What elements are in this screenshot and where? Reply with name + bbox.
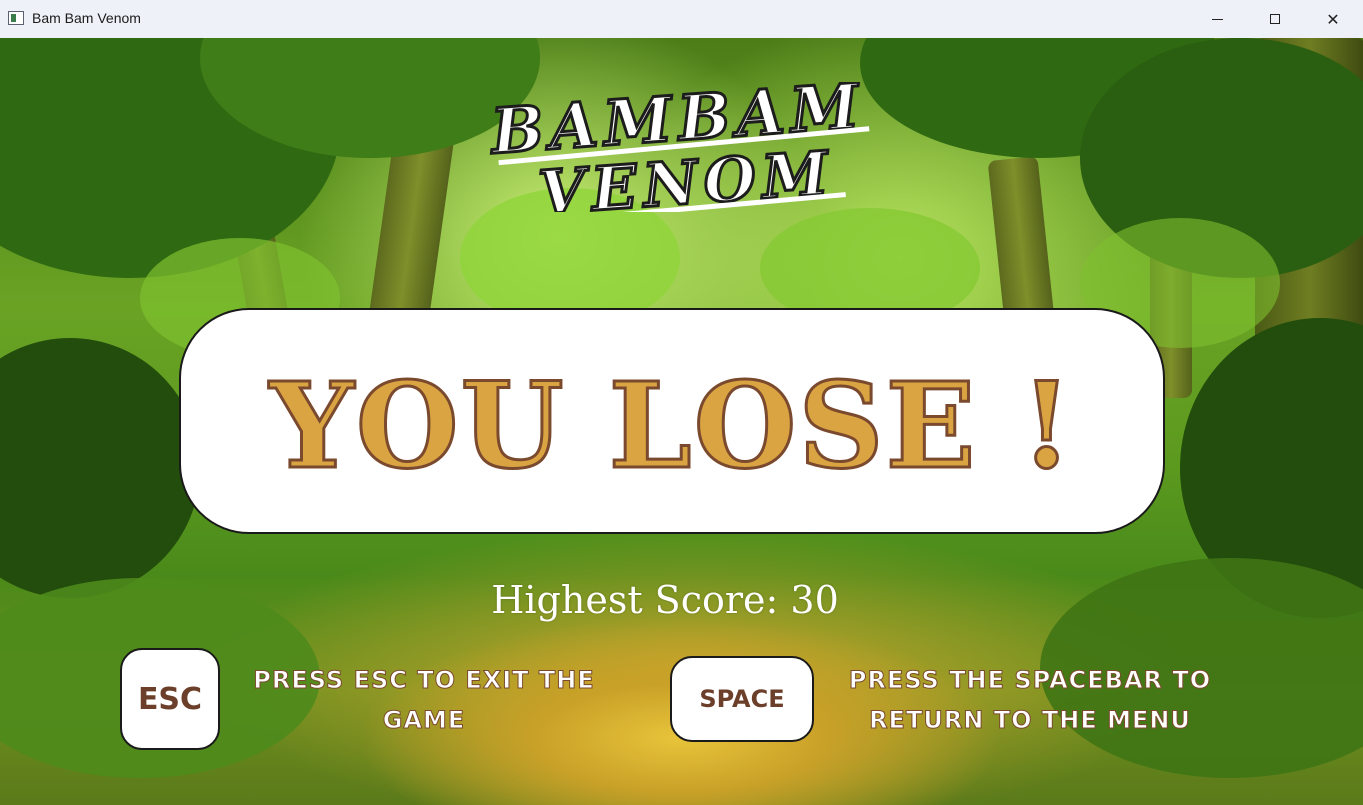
game-logo: BAMBAM VENOM [485, 82, 870, 212]
close-icon: ✕ [1326, 9, 1340, 29]
game-canvas: BAMBAM VENOM YOU LOSE ! Highest Score: 3… [0, 38, 1363, 805]
space-hint-text: Press the spacebar to return to the menu [848, 666, 1212, 735]
esc-hint-text: Press ESC to exit the game [253, 666, 595, 735]
minimize-icon [1211, 18, 1223, 20]
app-icon [8, 11, 24, 25]
window-titlebar: Bam Bam Venom ✕ [0, 0, 1363, 39]
minimize-button[interactable] [1188, 0, 1246, 38]
you-lose-text: YOU LOSE ! [268, 354, 1075, 496]
maximize-button[interactable] [1246, 0, 1304, 38]
esc-key-button[interactable]: ESC [120, 648, 220, 750]
highest-score: Highest Score: 30 [491, 578, 839, 622]
window-title: Bam Bam Venom [32, 10, 141, 26]
result-panel: YOU LOSE ! [179, 308, 1165, 534]
close-button[interactable]: ✕ [1304, 0, 1362, 38]
space-key-button[interactable]: SPACE [670, 656, 814, 742]
maximize-icon [1270, 14, 1280, 24]
